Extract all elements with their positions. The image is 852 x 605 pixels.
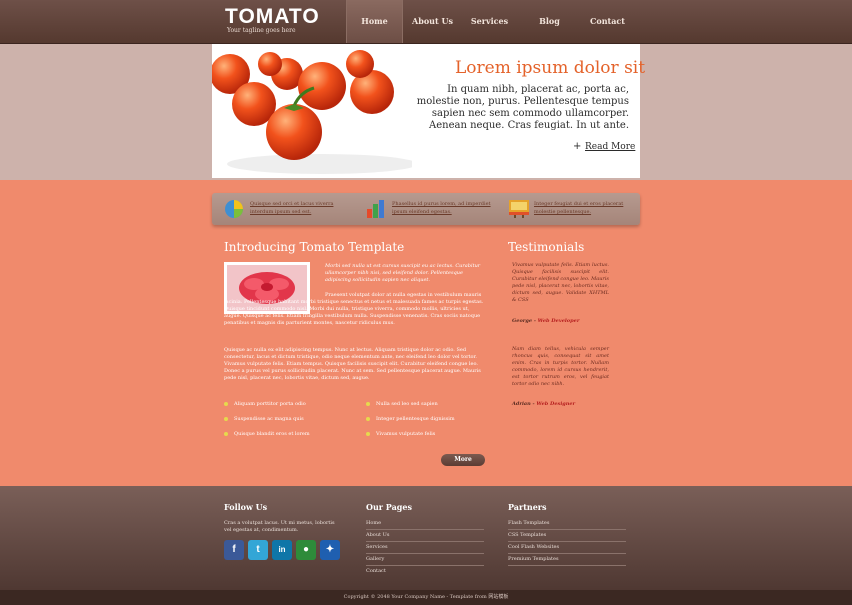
footer-link-about-us[interactable]: About Us bbox=[366, 530, 484, 542]
list-item: Quisque blandit eros et lorem bbox=[224, 431, 310, 437]
footer-link-contact[interactable]: Contact bbox=[366, 566, 484, 577]
nav-home[interactable]: Home bbox=[346, 0, 403, 43]
chat-icon[interactable]: ● bbox=[296, 540, 316, 560]
hero-text: In quam nibh, placerat ac, porta ac, mol… bbox=[416, 84, 629, 131]
bullet-icon bbox=[366, 416, 370, 421]
intro-paragraph: Quisque ac nulla ex elit adipiscing temp… bbox=[224, 347, 481, 381]
nav-about-us[interactable]: About Us bbox=[405, 0, 460, 43]
list-item: Nulla sed leo sed sapien bbox=[366, 401, 438, 407]
site-logo[interactable]: TOMATO bbox=[225, 5, 320, 29]
partner-link[interactable]: Premium Templates bbox=[508, 554, 626, 566]
intro-title: Introducing Tomato Template bbox=[224, 240, 405, 254]
copyright-bar: Copyright © 2048 Your Company Name - Tem… bbox=[0, 590, 852, 605]
nav-contact[interactable]: Contact bbox=[580, 0, 635, 43]
list-item: Integer pellentesque dignissim bbox=[366, 416, 455, 422]
intro-italic-text: Morbi sed nulla ut est cursus suscipit e… bbox=[325, 263, 481, 283]
pie-chart-icon bbox=[225, 200, 243, 218]
nav-blog[interactable]: Blog bbox=[522, 0, 577, 43]
our-pages-title: Our Pages bbox=[366, 502, 412, 512]
bullet-icon bbox=[224, 431, 228, 436]
bar-chart-icon bbox=[367, 200, 384, 218]
footer-link-gallery[interactable]: Gallery bbox=[366, 554, 484, 566]
feature-link[interactable]: Quisque sed orci et lacus viverra interd… bbox=[250, 200, 350, 216]
facebook-icon[interactable]: f bbox=[224, 540, 244, 560]
nav-services[interactable]: Services bbox=[462, 0, 517, 43]
testimonial-author: Adrian - Web Designer bbox=[512, 401, 576, 407]
testimonial-author: George - Web Developer bbox=[512, 318, 580, 324]
follow-title: Follow Us bbox=[224, 502, 268, 512]
presentation-icon bbox=[509, 200, 529, 218]
footer-link-home[interactable]: Home bbox=[366, 518, 484, 530]
feature-link[interactable]: Phasellus id purus lorem, ad imperdiet i… bbox=[392, 200, 492, 216]
hero-title: Lorem ipsum dolor sit bbox=[455, 58, 646, 78]
testimonials-title: Testimonials bbox=[508, 240, 585, 254]
more-button[interactable]: More bbox=[441, 454, 485, 466]
feature-link[interactable]: Integer feugiat dui et eros placerat mol… bbox=[534, 200, 634, 216]
testimonial-text: Nam diam tellus, vehicula semper rhoncus… bbox=[512, 346, 609, 387]
bullet-icon bbox=[224, 401, 228, 406]
windows-live-icon[interactable]: ✦ bbox=[320, 540, 340, 560]
site-tagline: Your tagline goes here bbox=[227, 27, 296, 34]
list-item: Vivamus vulputate felis bbox=[366, 431, 435, 437]
partner-link[interactable]: Flash Templates bbox=[508, 518, 626, 530]
testimonial-text: Vivamus vulputate felis. Etiam luctus. Q… bbox=[512, 262, 609, 303]
follow-text: Cras a volutpat lacus. Ut mi metus, lobo… bbox=[224, 520, 335, 533]
bullet-icon bbox=[366, 401, 370, 406]
list-item: Suspendisse ac magna quis bbox=[224, 416, 304, 422]
linkedin-icon[interactable]: in bbox=[272, 540, 292, 560]
partner-link[interactable]: Cool Flash Websites bbox=[508, 542, 626, 554]
footer-link-services[interactable]: Services bbox=[366, 542, 484, 554]
bullet-icon bbox=[366, 431, 370, 436]
intro-paragraph: Praesent volutpat dolor at nulla egestas… bbox=[224, 292, 484, 326]
twitter-icon[interactable]: t bbox=[248, 540, 268, 560]
plus-icon: + bbox=[573, 141, 582, 152]
tomatoes-image bbox=[210, 50, 417, 174]
partner-link[interactable]: CSS Templates bbox=[508, 530, 626, 542]
list-item: Aliquam porttitor porta odio bbox=[224, 401, 306, 407]
bullet-icon bbox=[224, 416, 228, 421]
partners-list: Flash Templates CSS Templates Cool Flash… bbox=[508, 518, 626, 566]
our-pages-list: Home About Us Services Gallery Contact bbox=[366, 518, 484, 577]
read-more-link[interactable]: Read More bbox=[585, 142, 635, 152]
partners-title: Partners bbox=[508, 502, 547, 512]
